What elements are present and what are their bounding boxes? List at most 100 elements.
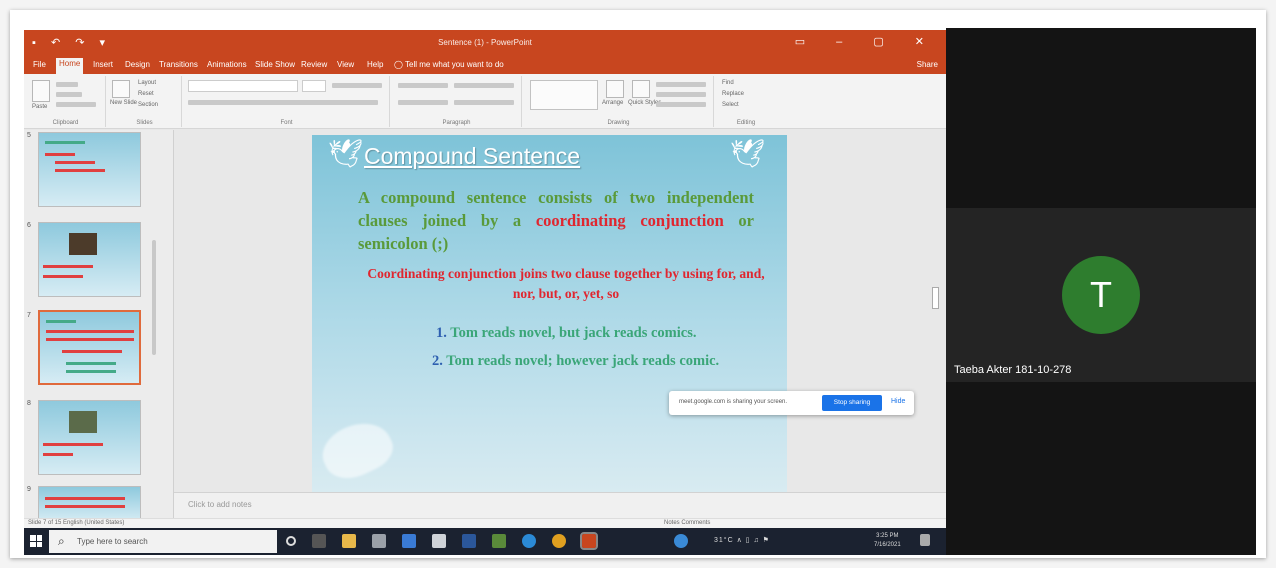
ribbon-group-editing: Find Replace Select Editing xyxy=(716,76,776,127)
group-label-slides: Slides xyxy=(136,120,153,126)
status-bar: Slide 7 of 15 English (United States) No… xyxy=(24,518,946,528)
taskbar-clock[interactable]: 3:25 PM 7/16/2021 xyxy=(874,532,901,550)
find-button[interactable]: Find xyxy=(722,80,734,86)
task-view-icon[interactable] xyxy=(312,534,326,548)
group-label-editing: Editing xyxy=(736,120,756,126)
chrome-icon[interactable] xyxy=(552,534,566,548)
arrange-icon[interactable] xyxy=(606,80,624,98)
definition-text: A compound sentence consists of two inde… xyxy=(358,186,754,255)
edge-icon[interactable] xyxy=(522,534,536,548)
example-item: 1. Tom reads novel, but jack reads comic… xyxy=(436,325,697,342)
window-controls[interactable]: ▭ – ▢ ✕ xyxy=(795,35,938,48)
pane-resize-handle[interactable] xyxy=(932,287,939,309)
ribbon-group-font: Font xyxy=(184,76,390,127)
notes-pane[interactable]: Click to add notes xyxy=(174,492,946,518)
dove-icon: 🕊 xyxy=(730,138,766,169)
layout-button[interactable]: Layout xyxy=(138,80,156,86)
app-s-icon[interactable] xyxy=(492,534,506,548)
group-label-clipboard: Clipboard xyxy=(52,120,79,126)
taskbar-search-box[interactable]: ⌕ Type here to search xyxy=(49,530,277,553)
search-icon: ⌕ xyxy=(58,534,65,548)
powerpoint-titlebar: ▪ ↶ ↷ ▾ Sentence (1) - PowerPoint ▭ – ▢ … xyxy=(24,30,946,56)
dove-icon: 🕊 xyxy=(328,138,364,169)
shapes-gallery[interactable] xyxy=(530,80,598,110)
mail-icon[interactable] xyxy=(402,534,416,548)
app-icon[interactable] xyxy=(432,534,446,548)
ribbon-group-slides: New Slide Layout Reset Section Slides xyxy=(108,76,182,127)
example-item: 2. Tom reads novel; however jack reads c… xyxy=(432,353,719,370)
stop-sharing-button[interactable]: Stop sharing xyxy=(822,395,882,411)
slide-thumbnail[interactable] xyxy=(38,400,141,475)
shared-screen: ▪ ↶ ↷ ▾ Sentence (1) - PowerPoint ▭ – ▢ … xyxy=(24,30,946,555)
tab-design[interactable]: Design xyxy=(122,59,153,70)
clock-time: 3:25 PM xyxy=(876,533,899,539)
slide-number: 8 xyxy=(27,400,31,407)
slide-number: 6 xyxy=(27,222,31,229)
screen-sharing-bar: meet.google.com is sharing your screen. … xyxy=(669,391,914,415)
temperature-readout: 31°C xyxy=(714,537,734,544)
slide-number: 7 xyxy=(27,312,31,319)
ribbon-group-paragraph: Paragraph xyxy=(392,76,522,127)
example-number: 2. xyxy=(432,353,443,369)
ribbon-group-clipboard: Paste Clipboard xyxy=(26,76,106,127)
share-button[interactable]: Share xyxy=(917,60,938,69)
new-slide-icon[interactable] xyxy=(112,80,130,98)
participant-name: Taeba Akter 181-10-278 xyxy=(954,364,1072,376)
new-slide-label: New Slide xyxy=(110,100,138,106)
font-size-select[interactable] xyxy=(302,80,326,92)
system-tray[interactable]: 31°C ∧ ▯ ♫ ⚑ xyxy=(714,536,770,544)
status-notes-comments[interactable]: Notes Comments xyxy=(664,520,710,526)
file-explorer-icon[interactable] xyxy=(342,534,356,548)
slide-thumbnails-panel: 5 6 7 8 9 xyxy=(24,130,174,522)
slide-thumbnail[interactable] xyxy=(38,132,141,207)
ribbon-tabs: File Home Insert Design Transitions Anim… xyxy=(24,56,946,74)
store-icon[interactable] xyxy=(372,534,386,548)
slide-number: 5 xyxy=(27,132,31,139)
tab-insert[interactable]: Insert xyxy=(90,59,116,70)
tab-transitions[interactable]: Transitions xyxy=(156,59,201,70)
group-label-font: Font xyxy=(280,120,293,126)
example-number: 1. xyxy=(436,325,447,341)
slide-thumbnail[interactable] xyxy=(38,486,141,522)
thumbnail-scrollbar[interactable] xyxy=(152,240,156,355)
ribbon: Paste Clipboard New Slide Layout Reset S… xyxy=(24,74,946,129)
select-button[interactable]: Select xyxy=(722,102,739,108)
word-icon[interactable] xyxy=(462,534,476,548)
quick-styles-icon[interactable] xyxy=(632,80,650,98)
feather-graphic xyxy=(314,412,400,488)
reset-button[interactable]: Reset xyxy=(138,91,154,97)
example-text: Tom reads novel, but jack reads comics. xyxy=(450,325,697,341)
section-button[interactable]: Section xyxy=(138,102,158,108)
tab-view[interactable]: View xyxy=(334,59,357,70)
font-name-select[interactable] xyxy=(188,80,298,92)
clock-date: 7/16/2021 xyxy=(874,542,901,548)
cortana-icon[interactable] xyxy=(286,536,296,546)
ribbon-group-drawing: Arrange Quick Styles Drawing xyxy=(524,76,714,127)
slide-thumbnail[interactable] xyxy=(38,222,141,297)
windows-start-icon[interactable] xyxy=(30,535,42,547)
windows-taskbar: ⌕ Type here to search 31°C ∧ ▯ ♫ ⚑ 3:25 … xyxy=(24,528,946,555)
sharing-message: meet.google.com is sharing your screen. xyxy=(679,399,788,405)
replace-button[interactable]: Replace xyxy=(722,91,744,97)
slide-canvas[interactable]: 🕊 🕊 Compound Sentence A compound sentenc… xyxy=(312,135,787,492)
tab-animations[interactable]: Animations xyxy=(204,59,250,70)
powerpoint-icon[interactable] xyxy=(580,532,598,550)
tell-me-search[interactable]: ◯ Tell me what you want to do xyxy=(394,60,504,69)
notes-placeholder: Click to add notes xyxy=(188,500,252,509)
group-label-drawing: Drawing xyxy=(607,120,630,126)
slide-thumbnail-selected[interactable] xyxy=(38,310,141,385)
hide-button[interactable]: Hide xyxy=(891,398,905,405)
status-slide-info: Slide 7 of 15 English (United States) xyxy=(28,520,125,526)
participant-tile[interactable]: T Taeba Akter 181-10-278 xyxy=(946,208,1256,382)
tab-file[interactable]: File xyxy=(30,59,49,70)
tab-help[interactable]: Help xyxy=(364,59,386,70)
notification-icon[interactable] xyxy=(920,534,930,546)
meeting-video-panel: T Taeba Akter 181-10-278 xyxy=(946,28,1256,555)
tab-review[interactable]: Review xyxy=(298,59,330,70)
slide-title: Compound Sentence xyxy=(364,143,581,169)
paste-icon[interactable] xyxy=(32,80,50,102)
tab-slide-show[interactable]: Slide Show xyxy=(252,59,298,70)
weather-icon[interactable] xyxy=(674,534,688,548)
tab-home[interactable]: Home xyxy=(56,58,84,74)
lightbulb-icon: ◯ xyxy=(394,60,406,69)
